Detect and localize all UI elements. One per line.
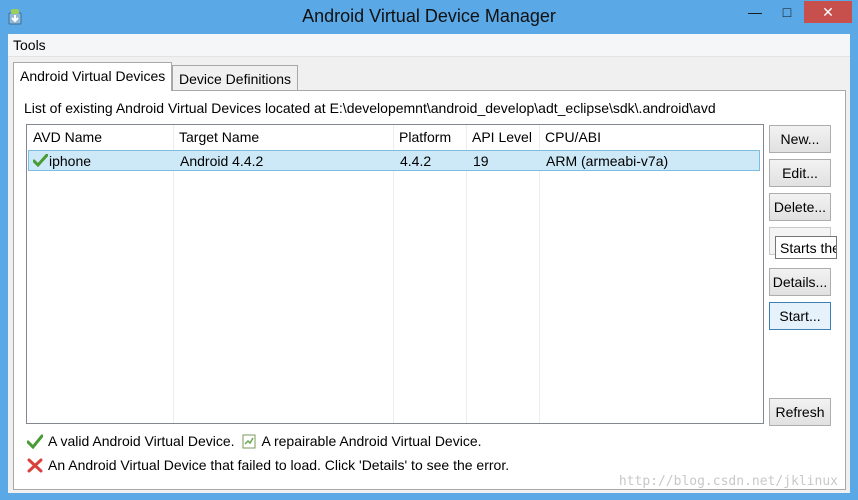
cell-cpu-abi: ARM (armeabi-v7a) bbox=[546, 153, 669, 169]
window-title: Android Virtual Device Manager bbox=[302, 6, 556, 26]
window-client: Tools Android Virtual Devices Device Def… bbox=[8, 34, 850, 493]
legend-failed-text: An Android Virtual Device that failed to… bbox=[48, 457, 510, 473]
column-header-target-name[interactable]: Target Name bbox=[179, 129, 259, 145]
column-header-avd-name[interactable]: AVD Name bbox=[33, 129, 102, 145]
cell-platform: 4.4.2 bbox=[400, 153, 432, 169]
maximize-button[interactable]: □ bbox=[772, 1, 802, 23]
cell-api-level: 19 bbox=[473, 153, 489, 169]
error-x-icon bbox=[27, 458, 43, 472]
cell-avd-name: iphone bbox=[49, 153, 92, 169]
check-icon bbox=[27, 434, 43, 449]
legend-valid-text: A valid Android Virtual Device. bbox=[48, 433, 235, 449]
close-button[interactable]: ✕ bbox=[804, 1, 852, 23]
legend-failed: An Android Virtual Device that failed to… bbox=[27, 457, 509, 473]
start-tooltip: Starts the bbox=[775, 236, 837, 259]
title-bar[interactable]: Android Virtual Device Manager — □ ✕ bbox=[0, 0, 858, 34]
cell-target-name: Android 4.4.2 bbox=[180, 153, 264, 169]
tab-device-definitions[interactable]: Device Definitions bbox=[172, 65, 299, 91]
avd-location-label: List of existing Android Virtual Devices… bbox=[24, 100, 716, 116]
legend-valid-repairable: A valid Android Virtual Device. A repair… bbox=[27, 433, 482, 449]
column-header-platform[interactable]: Platform bbox=[399, 129, 451, 145]
details-button[interactable]: Details... bbox=[769, 268, 831, 296]
start-button[interactable]: Start... bbox=[769, 302, 831, 330]
repairable-device-icon bbox=[242, 434, 256, 448]
edit-button[interactable]: Edit... bbox=[769, 159, 831, 187]
column-header-cpu-abi[interactable]: CPU/ABI bbox=[545, 129, 601, 145]
avd-panel: List of existing Android Virtual Devices… bbox=[13, 90, 846, 490]
table-header: AVD Name Target Name Platform API Level … bbox=[27, 125, 763, 149]
refresh-button[interactable]: Refresh bbox=[769, 398, 831, 426]
legend-repairable-text: A repairable Android Virtual Device. bbox=[261, 433, 482, 449]
minimize-button[interactable]: — bbox=[740, 1, 770, 23]
menu-bar: Tools bbox=[8, 34, 850, 57]
watermark: http://blog.csdn.net/jklinux bbox=[618, 474, 838, 489]
menu-tools[interactable]: Tools bbox=[13, 37, 46, 53]
check-icon bbox=[33, 154, 48, 167]
delete-button[interactable]: Delete... bbox=[769, 193, 831, 221]
new-button[interactable]: New... bbox=[769, 125, 831, 153]
tab-android-virtual-devices[interactable]: Android Virtual Devices bbox=[13, 62, 173, 91]
table-row[interactable]: iphone Android 4.4.2 4.4.2 19 ARM (armea… bbox=[28, 150, 760, 171]
app-window: Android Virtual Device Manager — □ ✕ Too… bbox=[0, 0, 858, 500]
column-header-api-level[interactable]: API Level bbox=[472, 129, 532, 145]
avd-table[interactable]: AVD Name Target Name Platform API Level … bbox=[26, 124, 764, 424]
